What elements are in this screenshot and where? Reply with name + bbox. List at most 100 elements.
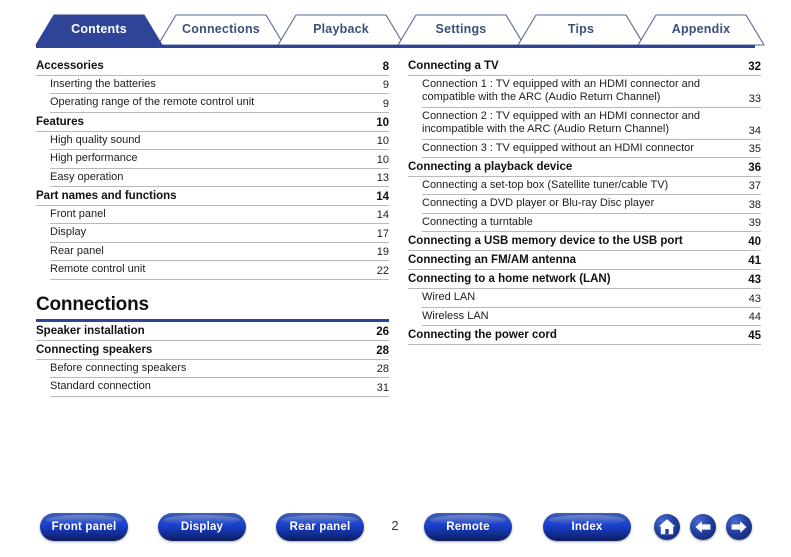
toc-list-left-connections: Speaker installation 26 Connecting speaker…: [36, 322, 389, 397]
tab-appendix[interactable]: Appendix: [638, 12, 764, 46]
toc-entry-title: Connecting the power cord: [408, 329, 557, 342]
toc-entry-sub[interactable]: Connection 3 : TV equipped without an HD…: [422, 140, 761, 159]
toc-entry-page: 28: [376, 344, 389, 357]
tab-settings[interactable]: Settings: [398, 12, 524, 46]
toc-left-column: Accessories 8 Inserting the batteries 9 Oper…: [36, 57, 389, 397]
toc-entry-title: Standard connection: [50, 380, 151, 393]
toc-entry-page: 39: [748, 217, 761, 230]
toc-entry-title: Connecting a playback device: [408, 161, 573, 174]
toc-entry-title: Connecting to a home network (LAN): [408, 273, 611, 286]
footer-button-label: Rear panel: [289, 521, 351, 533]
toc-entry-page: 36: [748, 162, 761, 175]
toc-entry-page: 8: [382, 61, 389, 74]
toc-entry-sub[interactable]: Before connecting speakers 28: [50, 360, 389, 379]
toc-entry-title: Connecting a TV: [408, 60, 499, 72]
toc-entry-main[interactable]: Connecting speakers 28: [36, 341, 389, 360]
toc-entry-page: 38: [748, 198, 761, 211]
toc-entry-page: 37: [748, 180, 761, 193]
toc-entry-title: Connecting an FM/AM antenna: [408, 254, 577, 267]
toc-entry-sub[interactable]: Inserting the batteries 9: [50, 76, 389, 95]
toc-list-left: Accessories 8 Inserting the batteries 9 Oper…: [36, 57, 389, 280]
footer-button-remote[interactable]: Remote: [424, 513, 512, 541]
toc-entry-sub[interactable]: Connection 1 : TV equipped with an HDMI …: [422, 76, 761, 108]
toc-entry-page: 31: [376, 381, 389, 394]
toc-entry-title: Before connecting speakers: [50, 361, 187, 374]
toc-entry-main[interactable]: Connecting a playback device 36: [408, 158, 761, 178]
toc-entry-sub[interactable]: Connection 2 : TV equipped with an HDMI …: [422, 108, 761, 140]
toc-entry-main[interactable]: Features 10: [36, 113, 389, 132]
toc-entry-sub[interactable]: Wireless LAN 44: [422, 308, 761, 327]
toc-entry-page: 10: [376, 153, 389, 166]
toc-entry-title: Connecting a DVD player or Blu-ray Disc …: [422, 197, 655, 210]
home-icon[interactable]: [654, 514, 680, 540]
arrow-right-glyph: [731, 521, 747, 533]
arrow-right-icon[interactable]: [726, 514, 752, 540]
toc-entry-sub[interactable]: High performance 10: [50, 150, 389, 169]
toc-entry-title: Remote control unit: [50, 263, 146, 276]
toc-entry-page: 22: [376, 264, 389, 277]
toc-entry-sub[interactable]: Connecting a DVD player or Blu-ray Disc …: [422, 195, 761, 214]
footer-button-front-panel[interactable]: Front panel: [40, 513, 128, 541]
tab-tips[interactable]: Tips: [518, 12, 644, 46]
toc-entry-sub[interactable]: High quality sound 10: [50, 132, 389, 151]
toc-entry-sub[interactable]: Remote control unit 22: [50, 261, 389, 280]
toc-entry-main[interactable]: Connecting to a home network (LAN) 43: [408, 270, 761, 290]
toc-entry-sub[interactable]: Front panel 14: [50, 206, 389, 225]
footer-navigation-bar: Front panel Display Rear panel Remote Index …: [0, 505, 791, 557]
footer-button-index[interactable]: Index: [543, 513, 631, 541]
toc-entry-page: 43: [748, 292, 761, 305]
toc-entry-page: 14: [376, 191, 389, 204]
toc-entry-main[interactable]: Part names and functions 14: [36, 187, 389, 207]
footer-button-label: Front panel: [51, 521, 117, 533]
toc-entry-title: Easy operation: [50, 170, 124, 183]
toc-list-right: Connecting a TV 32 Connection 1 : TV equip…: [408, 57, 761, 346]
toc-entry-sub[interactable]: Display 17: [50, 224, 389, 243]
toc-entry-page: 34: [748, 124, 761, 137]
toc-entry-page: 28: [376, 363, 389, 376]
toc-entry-page: 33: [748, 92, 761, 105]
toc-entry-title: Wired LAN: [422, 291, 476, 304]
tab-playback[interactable]: Playback: [278, 12, 404, 46]
toc-entry-sub[interactable]: Connecting a turntable 39: [422, 214, 761, 233]
toc-entry-page: 26: [376, 325, 389, 338]
toc-entry-title: Connection 3 : TV equipped without an HD…: [422, 141, 694, 154]
toc-entry-page: 41: [748, 255, 761, 268]
toc-entry-title: Wireless LAN: [422, 309, 489, 322]
toc-entry-sub[interactable]: Connecting a set-top box (Satellite tune…: [422, 177, 761, 196]
toc-entry-sub[interactable]: Wired LAN 43: [422, 289, 761, 308]
toc-entry-main[interactable]: Connecting a USB memory device to the US…: [408, 232, 761, 252]
toc-entry-title: High performance: [50, 152, 138, 165]
toc-entry-sub[interactable]: Easy operation 13: [50, 169, 389, 188]
footer-button-display[interactable]: Display: [158, 513, 246, 541]
arrow-left-icon[interactable]: [690, 514, 716, 540]
toc-entry-page: 13: [376, 172, 389, 185]
toc-entry-title: Front panel: [50, 208, 106, 221]
toc-entry-title: Connection 2 : TV equipped with an HDMI …: [422, 109, 701, 136]
footer-button-label: Display: [180, 521, 224, 533]
toc-entry-main[interactable]: Connecting a TV 32: [408, 57, 761, 77]
toc-entry-main[interactable]: Accessories 8: [36, 57, 389, 77]
toc-entry-sub[interactable]: Standard connection 31: [50, 378, 389, 397]
toc-entry-main[interactable]: Speaker installation 26: [36, 322, 389, 341]
toc-entry-title: Connection 1 : TV equipped with an HDMI …: [422, 78, 701, 104]
toc-entry-page: 10: [376, 116, 389, 129]
footer-button-label: Index: [571, 521, 603, 533]
toc-entry-page: 9: [382, 97, 389, 110]
toc-entry-page: 10: [376, 135, 389, 148]
toc-entry-title: Features: [36, 115, 84, 128]
toc-entry-sub[interactable]: Operating range of the remote control un…: [50, 94, 389, 113]
toc-entry-page: 19: [376, 246, 389, 259]
toc-entry-main[interactable]: Connecting the power cord 45: [408, 326, 761, 346]
manual-tab-bar: Contents Connections Playback Settings T…: [0, 12, 791, 46]
tab-contents[interactable]: Contents: [36, 12, 162, 46]
toc-entry-sub[interactable]: Rear panel 19: [50, 243, 389, 262]
toc-entry-page: 43: [748, 274, 761, 287]
tab-connections[interactable]: Connections: [158, 12, 284, 46]
tab-bottom-rule: [36, 45, 755, 48]
toc-entry-page: 9: [382, 79, 389, 92]
toc-entry-main[interactable]: Connecting an FM/AM antenna 41: [408, 251, 761, 271]
home-glyph: [658, 519, 676, 535]
arrow-left-glyph: [695, 521, 711, 533]
footer-button-rear-panel[interactable]: Rear panel: [276, 513, 364, 541]
toc-entry-title: Rear panel: [50, 244, 104, 257]
